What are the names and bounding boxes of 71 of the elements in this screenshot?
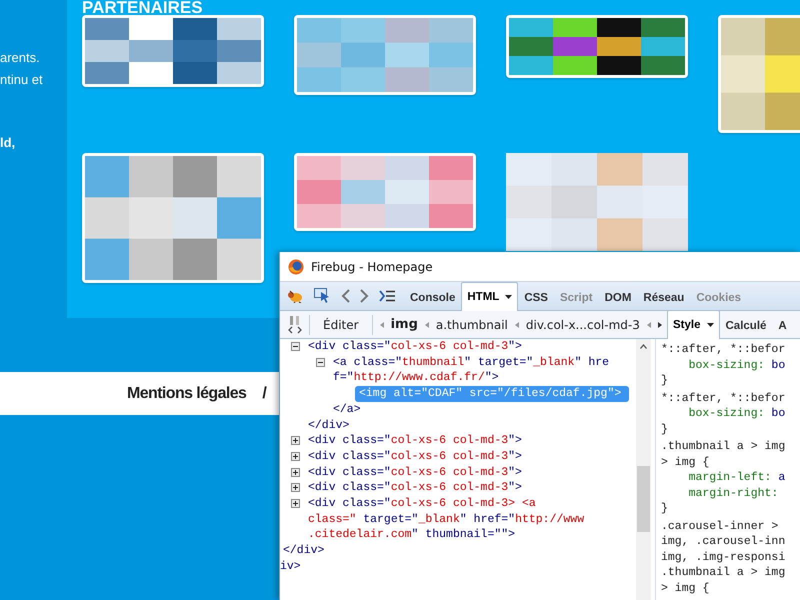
code-line[interactable]: <div class="col-xs-6 col-md-3"> bbox=[308, 433, 522, 449]
code-line[interactable]: <div class="col-xs-6 col-md-3"> bbox=[308, 448, 522, 465]
command-line-icon[interactable] bbox=[379, 290, 396, 302]
scrollbar[interactable] bbox=[636, 339, 651, 600]
expand-icon[interactable] bbox=[291, 499, 300, 508]
code-line[interactable]: <div class="col-xs-6 col-md-3> <a bbox=[308, 496, 536, 512]
caret-icon bbox=[706, 323, 714, 327]
breadcrumb[interactable]: div.col-x...col-md-3 bbox=[526, 318, 640, 332]
separator-text: / bbox=[262, 384, 266, 402]
code-line[interactable]: <a class="thumbnail" target="_blank" hre bbox=[333, 354, 610, 370]
css-brace: } bbox=[661, 501, 668, 516]
css-brace: } bbox=[661, 373, 668, 388]
side-panel-tab[interactable]: Style bbox=[667, 310, 720, 339]
code-line[interactable]: <div class="col-xs-6 col-md-3"> bbox=[308, 339, 522, 355]
code-line[interactable]: class=" target="_blank" href="http://www bbox=[308, 512, 584, 528]
breadcrumb[interactable]: a.thumbnail bbox=[436, 318, 508, 332]
code-line[interactable]: .citedelair.com" thumbnail=""> bbox=[308, 527, 516, 544]
scroll-up-icon[interactable] bbox=[640, 344, 647, 349]
panel-tab[interactable]: DOM bbox=[598, 284, 638, 311]
css-selector: *::after, *::befor bbox=[661, 342, 786, 358]
panel-tab[interactable]: HTML bbox=[461, 282, 518, 311]
collapse-icon[interactable] bbox=[316, 358, 325, 367]
css-declaration[interactable]: margin-right: bbox=[661, 486, 778, 501]
css-selector: img, .img-responsi bbox=[661, 550, 786, 565]
breadcrumb[interactable]: img bbox=[390, 317, 418, 332]
code-icon[interactable] bbox=[288, 316, 302, 334]
code-line: </div> bbox=[283, 543, 324, 559]
caret-icon bbox=[505, 295, 512, 299]
inspect-icon[interactable] bbox=[314, 288, 331, 304]
left-arrow-icon bbox=[424, 322, 429, 328]
css-selector: .thumbnail a > img bbox=[661, 565, 786, 580]
code-line: </a> bbox=[333, 402, 361, 418]
sidebar-text: ntinu et bbox=[0, 71, 43, 89]
expand-icon[interactable] bbox=[291, 468, 300, 477]
side-panel-tab[interactable]: Calculé bbox=[720, 312, 772, 339]
code-line: iv> bbox=[280, 558, 301, 575]
left-arrow-icon bbox=[646, 322, 651, 328]
panel-tab[interactable]: Réseau bbox=[637, 284, 690, 311]
legal-link[interactable]: Mentions légales bbox=[127, 384, 246, 402]
right-arrow-icon bbox=[658, 322, 662, 328]
css-selector: > img { bbox=[661, 454, 710, 470]
code-line[interactable]: <div class="col-xs-6 col-md-3"> bbox=[308, 464, 522, 480]
sidebar-text: arents. bbox=[0, 49, 40, 67]
css-selector: .carousel-inner > bbox=[661, 518, 780, 534]
css-selector: > img { bbox=[661, 580, 710, 596]
scrollbar-thumb[interactable] bbox=[637, 466, 650, 532]
panel-tab[interactable]: CSS bbox=[518, 284, 554, 311]
expand-icon[interactable] bbox=[291, 452, 300, 461]
section-heading: PARTENAIRES bbox=[82, 0, 203, 15]
expand-icon[interactable] bbox=[291, 483, 300, 492]
css-declaration[interactable]: box-sizing: bo bbox=[661, 406, 786, 422]
css-selector: *::after, *::befor bbox=[661, 390, 786, 406]
code-line[interactable]: f="http://www.cdaf.fr/"> bbox=[333, 370, 499, 386]
edit-button[interactable]: Éditer bbox=[317, 318, 365, 332]
window-title: Firebug - Homepage bbox=[311, 260, 433, 274]
side-panel-tab[interactable]: A bbox=[772, 312, 793, 339]
css-selector: img, .carousel-inn bbox=[661, 534, 786, 550]
expand-icon[interactable] bbox=[291, 436, 300, 446]
css-declaration[interactable]: box-sizing: bo bbox=[661, 358, 786, 373]
sidebar-text: ld, bbox=[0, 134, 16, 152]
collapse-icon[interactable] bbox=[291, 342, 300, 351]
left-arrow-icon bbox=[380, 322, 384, 328]
css-brace: } bbox=[661, 422, 668, 437]
bug-icon[interactable] bbox=[287, 290, 304, 302]
code-line: </div> bbox=[308, 418, 350, 434]
panel-tab[interactable]: Console bbox=[404, 284, 462, 311]
css-declaration[interactable]: margin-left: a bbox=[661, 470, 786, 486]
browser-logo-icon bbox=[288, 258, 304, 274]
code-line[interactable]: <div class="col-xs-6 col-md-3"> bbox=[308, 480, 522, 496]
left-arrow-icon bbox=[514, 322, 519, 328]
css-selector: .thumbnail a > img bbox=[661, 439, 786, 454]
